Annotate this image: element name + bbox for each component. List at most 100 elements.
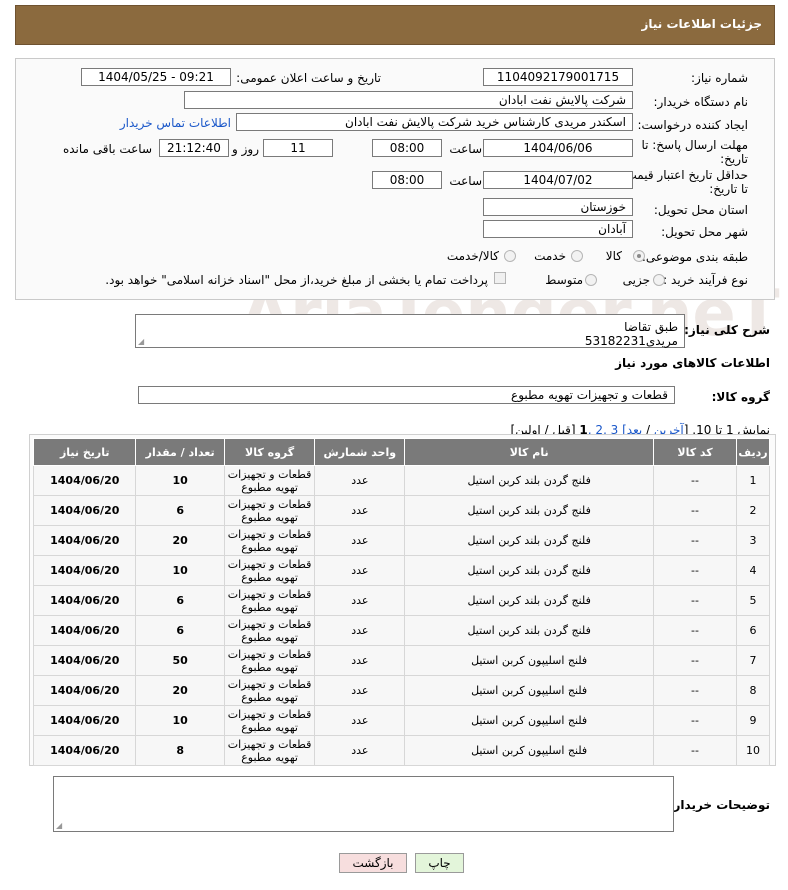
deadline-time-label: ساعت [449, 142, 482, 156]
category-radio-goods[interactable] [633, 250, 645, 262]
days-label: روز و [232, 142, 259, 156]
price-validity-label-line1: حداقل تاریخ اعتبار قیمت: [621, 168, 748, 182]
cell-item-code: -- [653, 705, 738, 736]
table-row[interactable]: 10 -- فلنج اسلیپون کربن استیل عدد قطعات و تج… [32, 735, 770, 766]
description-line-1: طبق تقاضا [624, 320, 678, 334]
need-number-field: 1104092179001715 [483, 68, 633, 86]
cell-item-name: فلنج گردن بلند کربن استیل [404, 615, 655, 646]
cell-unit: عدد [314, 585, 406, 616]
table-row[interactable]: 6 -- فلنج گردن بلند کربن استیل عدد قطعات و ت… [32, 615, 770, 646]
goods-info-title: اطلاعات کالاهای مورد نیاز [615, 356, 770, 370]
resize-grip-icon[interactable]: ◢ [138, 337, 144, 346]
category-radio-service[interactable] [571, 250, 583, 262]
category-radio-goods-service[interactable] [504, 250, 516, 262]
table-row[interactable]: 3 -- فلنج گردن بلند کربن استیل عدد قطعات و ت… [32, 525, 770, 556]
cell-unit: عدد [314, 465, 406, 496]
back-button[interactable]: بازگشت [339, 853, 407, 873]
table-row[interactable]: 2 -- فلنج گردن بلند کربن استیل عدد قطعات و ت… [32, 495, 770, 526]
cell-quantity: 6 [135, 615, 225, 646]
items-table: ردیف کد کالا نام کالا واحد شمارش گروه کا… [32, 438, 770, 766]
col-header-item-code[interactable]: کد کالا [653, 438, 738, 466]
process-option-minor: جزیی [622, 273, 650, 287]
remaining-time-label: ساعت باقی مانده [62, 142, 152, 156]
description-label: شرح کلی نیاز: [684, 323, 770, 337]
cell-quantity: 8 [135, 735, 225, 766]
table-row[interactable]: 8 -- فلنج اسلیپون کربن استیل عدد قطعات و تجه… [32, 675, 770, 706]
table-header-row: ردیف کد کالا نام کالا واحد شمارش گروه کا… [32, 438, 770, 466]
col-header-item-group[interactable]: گروه کالا [223, 438, 316, 466]
cell-need-date: 1404/06/20 [32, 495, 137, 526]
col-header-quantity[interactable]: تعداد / مقدار [135, 438, 225, 466]
table-row[interactable]: 5 -- فلنج گردن بلند کربن استیل عدد قطعات و ت… [32, 585, 770, 616]
treasury-payment-note: پرداخت تمام یا بخشی از مبلغ خرید،از محل … [105, 273, 488, 287]
announce-date-label: تاریخ و ساعت اعلان عمومی: [236, 71, 381, 85]
cell-item-name: فلنج گردن بلند کربن استیل [404, 525, 655, 556]
cell-item-name: فلنج گردن بلند کربن استیل [404, 465, 655, 496]
cell-need-date: 1404/06/20 [32, 525, 137, 556]
goods-group-field: قطعات و تجهیزات تهویه مطبوع [138, 386, 675, 404]
col-header-need-date[interactable]: تاریخ نیاز [32, 438, 137, 466]
cell-item-group: قطعات و تجهیزات تهویه مطبوع [223, 615, 316, 646]
cell-item-code: -- [653, 495, 738, 526]
cell-item-name: فلنج گردن بلند کربن استیل [404, 555, 655, 586]
cell-item-code: -- [653, 615, 738, 646]
col-header-unit[interactable]: واحد شمارش [314, 438, 406, 466]
description-textarea[interactable]: طبق تقاضا مریدی53182231 ◢ [135, 314, 685, 348]
col-header-item-name[interactable]: نام کالا [404, 438, 655, 466]
cell-quantity: 6 [135, 495, 225, 526]
deadline-label-line1: مهلت ارسال پاسخ: تا [641, 138, 748, 152]
remaining-time-field: 21:12:40 [159, 139, 229, 157]
cell-item-code: -- [653, 675, 738, 706]
cell-row-number: 3 [736, 525, 770, 556]
deadline-time-field: 08:00 [372, 139, 442, 157]
cell-row-number: 5 [736, 585, 770, 616]
cell-row-number: 9 [736, 705, 770, 736]
process-radio-minor[interactable] [653, 274, 665, 286]
cell-need-date: 1404/06/20 [32, 615, 137, 646]
deadline-label-line2: تاریخ: [720, 152, 748, 166]
table-row[interactable]: 7 -- فلنج اسلیپون کربن استیل عدد قطعات و تجه… [32, 645, 770, 676]
cell-unit: عدد [314, 735, 406, 766]
cell-row-number: 1 [736, 465, 770, 496]
cell-item-name: فلنج گردن بلند کربن استیل [404, 585, 655, 616]
cell-item-code: -- [653, 525, 738, 556]
cell-item-name: فلنج اسلیپون کربن استیل [404, 675, 655, 706]
cell-row-number: 4 [736, 555, 770, 586]
city-label: شهر محل تحویل: [661, 225, 748, 239]
process-radio-medium[interactable] [585, 274, 597, 286]
cell-row-number: 7 [736, 645, 770, 676]
table-row[interactable]: 1 -- فلنج گردن بلند کربن استیل عدد قطعات و ت… [32, 465, 770, 496]
cell-item-group: قطعات و تجهیزات تهویه مطبوع [223, 525, 316, 556]
items-table-body: 1 -- فلنج گردن بلند کربن استیل عدد قطعات و ت… [32, 465, 770, 766]
cell-row-number: 6 [736, 615, 770, 646]
cell-item-group: قطعات و تجهیزات تهویه مطبوع [223, 705, 316, 736]
price-validity-date-field: 1404/07/02 [483, 171, 633, 189]
cell-item-code: -- [653, 735, 738, 766]
table-row[interactable]: 9 -- فلنج اسلیپون کربن استیل عدد قطعات و تجه… [32, 705, 770, 736]
process-type-label: نوع فرآیند خرید : [663, 273, 748, 287]
cell-quantity: 10 [135, 465, 225, 496]
table-row[interactable]: 4 -- فلنج گردن بلند کربن استیل عدد قطعات و ت… [32, 555, 770, 586]
buyer-org-field: شرکت پالایش نفت ابادان [184, 91, 633, 109]
buyer-notes-textarea[interactable]: ◢ [53, 776, 674, 832]
col-header-row-number[interactable]: ردیف [736, 438, 770, 466]
print-button[interactable]: چاپ [415, 853, 464, 873]
cell-unit: عدد [314, 705, 406, 736]
resize-grip-icon[interactable]: ◢ [56, 821, 62, 830]
category-label: طبقه بندی موضوعی: [641, 250, 748, 264]
cell-quantity: 6 [135, 585, 225, 616]
cell-need-date: 1404/06/20 [32, 645, 137, 676]
price-validity-label-line2: تا تاریخ: [709, 182, 748, 196]
buyer-contact-link[interactable]: اطلاعات تماس خریدار [120, 116, 231, 130]
cell-item-code: -- [653, 645, 738, 676]
cell-need-date: 1404/06/20 [32, 705, 137, 736]
cell-item-name: فلنج گردن بلند کربن استیل [404, 495, 655, 526]
cell-quantity: 10 [135, 555, 225, 586]
cell-item-name: فلنج اسلیپون کربن استیل [404, 645, 655, 676]
cell-unit: عدد [314, 615, 406, 646]
page-header: جزئیات اطلاعات نیاز [15, 5, 775, 45]
province-label: استان محل تحویل: [653, 203, 748, 217]
treasury-payment-checkbox[interactable] [494, 272, 506, 284]
buyer-org-label: نام دستگاه خریدار: [653, 95, 749, 109]
cell-need-date: 1404/06/20 [32, 585, 137, 616]
